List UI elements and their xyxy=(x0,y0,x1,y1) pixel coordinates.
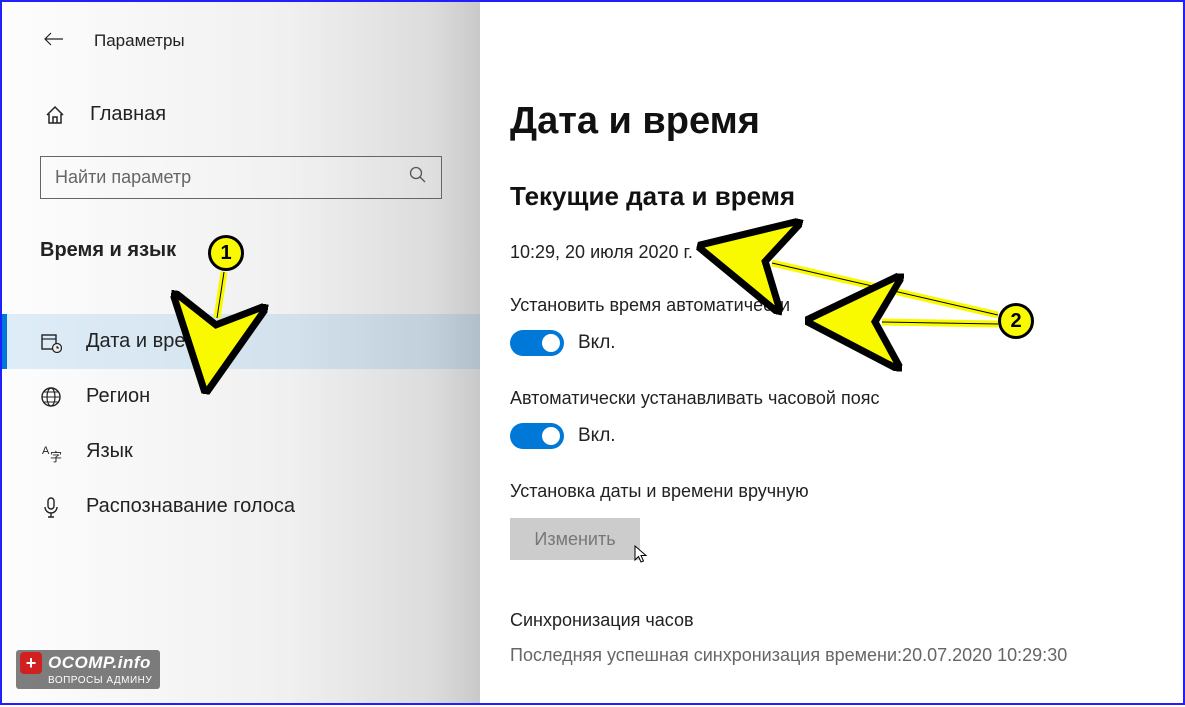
page-title: Дата и время xyxy=(510,2,1153,143)
auto-timezone-label: Автоматически устанавливать часовой пояс xyxy=(510,388,1153,409)
auto-time-toggle[interactable] xyxy=(510,330,564,356)
sidebar-item-label: Язык xyxy=(86,440,133,463)
watermark-text: OCOMP.info xyxy=(48,653,151,673)
auto-timezone-toggle[interactable] xyxy=(510,423,564,449)
cursor-icon xyxy=(634,545,650,570)
sidebar-item-datetime[interactable]: Дата и время xyxy=(2,314,480,369)
watermark-subtitle: ВОПРОСЫ АДМИНУ xyxy=(16,674,160,689)
annotation-badge-1: 1 xyxy=(208,235,244,271)
watermark-plus-icon: + xyxy=(20,652,42,674)
toggle-state-label: Вкл. xyxy=(578,332,616,354)
home-icon xyxy=(44,104,66,126)
change-button-label: Изменить xyxy=(534,529,615,550)
window-title: Параметры xyxy=(94,31,185,51)
last-sync-text: Последняя успешная синхронизация времени… xyxy=(510,645,1153,666)
manual-datetime-label: Установка даты и времени вручную xyxy=(510,481,1153,502)
watermark: + OCOMP.info ВОПРОСЫ АДМИНУ xyxy=(16,650,160,689)
globe-icon xyxy=(40,386,62,408)
sidebar-item-label: Регион xyxy=(86,385,150,408)
sidebar-home-label: Главная xyxy=(90,103,166,126)
change-button: Изменить xyxy=(510,518,640,560)
svg-text:A: A xyxy=(42,445,50,457)
annotation-badge-2: 2 xyxy=(998,303,1034,339)
sidebar-item-label: Распознавание голоса xyxy=(86,495,295,518)
svg-text:字: 字 xyxy=(50,449,62,463)
current-datetime: 10:29, 20 июля 2020 г. xyxy=(510,242,1153,263)
calendar-clock-icon xyxy=(40,331,62,353)
search-input[interactable]: Найти параметр xyxy=(40,156,442,199)
microphone-icon xyxy=(40,496,62,518)
sync-section-title: Синхронизация часов xyxy=(510,610,1153,631)
search-placeholder: Найти параметр xyxy=(55,167,191,188)
sidebar-item-language[interactable]: A字 Язык xyxy=(2,424,480,479)
sidebar-item-region[interactable]: Регион xyxy=(2,369,480,424)
auto-time-label: Установить время автоматически xyxy=(510,295,1153,316)
search-icon xyxy=(409,166,427,189)
sidebar-home[interactable]: Главная xyxy=(2,63,480,134)
section-current-datetime: Текущие дата и время xyxy=(510,181,1153,212)
sidebar-item-speech[interactable]: Распознавание голоса xyxy=(2,479,480,534)
toggle-state-label: Вкл. xyxy=(578,425,616,447)
sidebar-item-label: Дата и время xyxy=(86,330,210,353)
language-icon: A字 xyxy=(40,441,62,463)
back-button[interactable] xyxy=(44,30,64,51)
